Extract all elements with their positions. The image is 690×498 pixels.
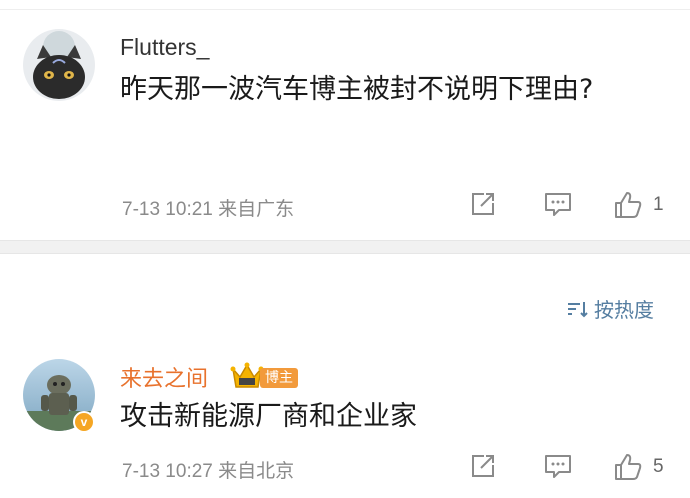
sort-by-hot-button[interactable]: 按热度 <box>566 294 654 323</box>
thumbs-up-icon <box>615 454 642 480</box>
crown-icon <box>230 362 264 388</box>
like-count: 1 <box>653 194 664 215</box>
comment-text: 攻击新能源厂商和企业家 <box>120 401 417 432</box>
avatar[interactable] <box>23 29 95 101</box>
share-icon <box>472 455 494 477</box>
section-divider <box>0 240 690 254</box>
thumbs-up-icon <box>615 192 642 218</box>
username[interactable]: 来去之间 <box>120 361 208 393</box>
top-divider <box>0 0 690 10</box>
comment-meta: 7-13 10:21 来自广东 <box>122 199 295 220</box>
share-button[interactable] <box>469 190 497 218</box>
comment-button[interactable] <box>543 190 573 218</box>
comment-icon <box>545 193 571 216</box>
like-button[interactable]: 5 <box>613 452 664 482</box>
author-badge-label: 博主 <box>260 368 298 388</box>
comment-item: Flutters_ 昨天那一波汽车博主被封不说明下理由? 7-13 10:21 … <box>0 10 690 240</box>
comment-button[interactable] <box>543 452 573 480</box>
share-button[interactable] <box>469 452 497 480</box>
comment-meta: 7-13 10:27 来自北京 <box>122 461 295 482</box>
verified-v-icon: v <box>73 411 95 433</box>
like-count: 5 <box>653 456 664 477</box>
username[interactable]: Flutters_ <box>120 34 209 61</box>
comment-icon <box>545 455 571 478</box>
author-badge: 博主 <box>230 361 298 391</box>
sort-icon <box>568 301 588 317</box>
share-icon <box>472 193 494 215</box>
like-button[interactable]: 1 <box>613 190 664 220</box>
comment-item: v 来去之间 博主 攻击新能源厂商和企业家 7-13 10:27 来自北京 5 <box>0 355 690 498</box>
comment-text: 昨天那一波汽车博主被封不说明下理由? <box>120 74 594 105</box>
sort-label: 按热度 <box>594 298 654 322</box>
